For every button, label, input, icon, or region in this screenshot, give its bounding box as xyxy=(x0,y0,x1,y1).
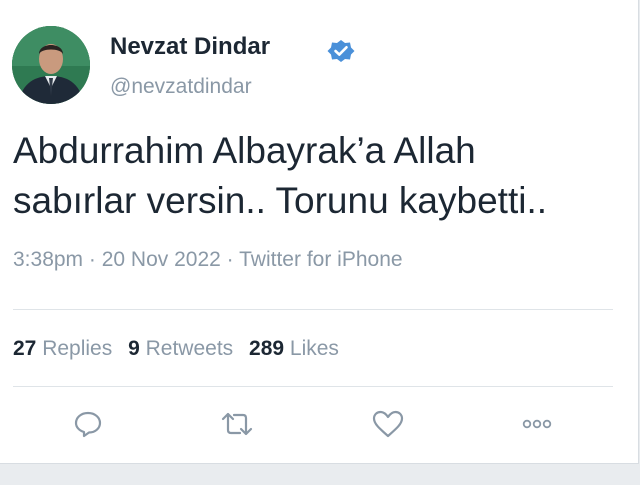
page-background xyxy=(0,464,640,485)
tweet-source[interactable]: Twitter for iPhone xyxy=(239,248,402,271)
divider xyxy=(13,386,613,387)
like-button[interactable] xyxy=(370,408,406,440)
verified-badge-icon xyxy=(327,40,355,62)
tweet-stats: 27 Replies 9 Retweets 289 Likes xyxy=(13,337,339,361)
tweet-text: Abdurrahim Albayrak’a Allah sabırlar ver… xyxy=(13,126,623,226)
tweet-card: Nevzat Dindar @nevzatdindar Abdurrahim A… xyxy=(0,0,639,464)
reply-button[interactable] xyxy=(70,408,106,440)
likes-label: Likes xyxy=(289,337,339,360)
retweets-count: 9 xyxy=(128,337,140,360)
replies-count: 27 xyxy=(13,337,37,360)
author-name[interactable]: Nevzat Dindar xyxy=(110,33,270,61)
likes-stat[interactable]: 289 Likes xyxy=(249,337,339,360)
tweet-text-line: sabırlar versin.. Torunu kaybetti.. xyxy=(13,180,548,221)
likes-count: 289 xyxy=(249,337,285,360)
divider xyxy=(13,309,613,310)
tweet-text-line: Abdurrahim Albayrak’a Allah xyxy=(13,130,476,171)
tweet-meta: 3:38pm · 20 Nov 2022 · Twitter for iPhon… xyxy=(13,248,403,272)
meta-separator: · xyxy=(226,248,234,271)
meta-separator: · xyxy=(88,248,96,271)
retweet-icon xyxy=(221,412,253,436)
author-handle[interactable]: @nevzatdindar xyxy=(110,75,252,99)
replies-stat[interactable]: 27 Replies xyxy=(13,337,112,360)
more-button[interactable] xyxy=(519,408,555,440)
like-icon xyxy=(372,410,404,438)
avatar-photo xyxy=(12,26,90,104)
tweet-time[interactable]: 3:38pm xyxy=(13,248,83,271)
replies-label: Replies xyxy=(42,337,113,360)
avatar[interactable] xyxy=(12,26,90,104)
retweet-button[interactable] xyxy=(219,408,255,440)
tweet-date[interactable]: 20 Nov 2022 xyxy=(102,248,221,271)
retweets-stat[interactable]: 9 Retweets xyxy=(128,337,233,360)
reply-icon xyxy=(74,411,102,438)
more-icon xyxy=(522,419,552,429)
retweets-label: Retweets xyxy=(145,337,234,360)
